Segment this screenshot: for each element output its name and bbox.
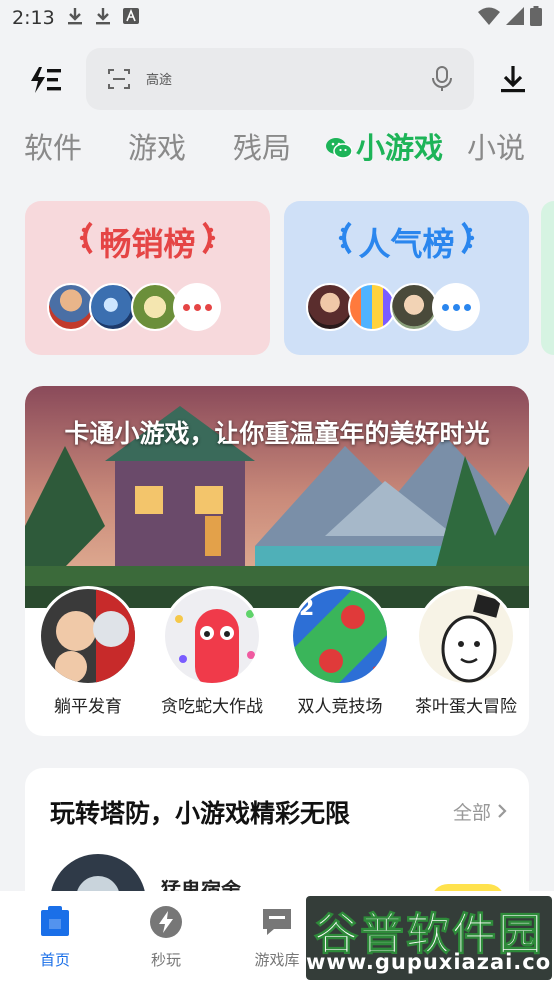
more-games-button[interactable] <box>173 283 221 331</box>
laurel-left-icon <box>77 221 94 263</box>
game-avatar <box>348 283 396 331</box>
tab-endgame[interactable]: 残局 <box>233 126 291 170</box>
nav-instant-play[interactable]: 秒玩 <box>131 905 201 970</box>
game-name: 双人竞技场 <box>297 697 383 717</box>
game-avatar <box>306 283 354 331</box>
scan-icon[interactable] <box>108 68 130 94</box>
site-watermark: 谷普软件园 www.gupuxiazai.com <box>306 896 554 980</box>
app-notification-icon <box>122 7 139 29</box>
cartoon-games-banner[interactable]: 卡通小游戏，让你重温童年的美好时光 躺平发育 贪吃蛇大作战 23 双人竞技场 茶… <box>25 386 529 736</box>
game-icon <box>162 586 262 686</box>
bestseller-title: 畅销榜 <box>99 225 196 263</box>
status-bar: 2:13 <box>0 0 554 36</box>
download-icon <box>501 66 525 93</box>
game-icon <box>38 586 138 686</box>
popular-title: 人气榜 <box>358 225 455 263</box>
download-notification-icon <box>95 7 111 30</box>
wechat-icon <box>326 138 352 159</box>
game-tea-egg-adventure[interactable]: 茶叶蛋大冒险 <box>411 586 521 717</box>
download-notification-icon <box>67 7 83 30</box>
game-avatar <box>89 283 137 331</box>
game-name: 躺平发育 <box>54 697 122 717</box>
tab-mini-games[interactable]: 小游戏 <box>326 126 443 170</box>
more-games-button[interactable] <box>432 283 480 331</box>
tab-software[interactable]: 软件 <box>24 126 82 170</box>
status-time: 2:13 <box>12 7 55 29</box>
game-icon: 23 <box>290 586 390 686</box>
category-tabs: 软件 游戏 残局 小游戏 小说 <box>0 126 554 172</box>
cell-signal-icon <box>506 6 524 30</box>
game-icon <box>416 586 516 686</box>
bestseller-rank-card[interactable]: 畅销榜 <box>25 201 270 355</box>
watermark-url: www.gupuxiazai.com <box>306 950 554 974</box>
nav-instant-play-label: 秒玩 <box>150 951 181 969</box>
game-name: 贪吃蛇大作战 <box>161 697 263 717</box>
nav-game-library-label: 游戏库 <box>254 951 300 969</box>
game-avatar <box>47 283 95 331</box>
svg-text:2: 2 <box>299 596 314 621</box>
game-lying-flat[interactable]: 躺平发育 <box>33 586 143 717</box>
banner-title: 卡通小游戏，让你重温童年的美好时光 <box>64 419 490 448</box>
home-icon <box>41 906 69 936</box>
section-title: 玩转塔防，小游戏精彩无限 <box>50 799 351 828</box>
top-bar: 高途 <box>0 48 554 110</box>
next-rank-card-peek[interactable] <box>541 201 554 355</box>
microphone-icon[interactable] <box>432 66 452 96</box>
popular-rank-card[interactable]: 人气榜 <box>284 201 529 355</box>
game-two-player-arena[interactable]: 23 双人竞技场 <box>285 586 395 717</box>
game-name: 茶叶蛋大冒险 <box>415 697 517 717</box>
view-all-label: 全部 <box>452 802 491 824</box>
tab-novels[interactable]: 小说 <box>467 126 525 170</box>
tab-mini-games-label: 小游戏 <box>356 131 444 165</box>
nav-home[interactable]: 首页 <box>20 905 90 970</box>
lightning-menu-icon <box>31 67 61 93</box>
battery-icon <box>530 5 542 31</box>
nav-game-library[interactable]: 游戏库 <box>242 905 312 970</box>
chevron-right-icon <box>497 802 507 824</box>
game-avatar <box>131 283 179 331</box>
laurel-right-icon <box>201 221 218 263</box>
game-avatar <box>390 283 438 331</box>
laurel-right-icon <box>460 221 477 263</box>
download-manager-button[interactable] <box>498 64 528 94</box>
tab-games[interactable]: 游戏 <box>128 126 186 170</box>
search-placeholder: 高途 <box>146 73 173 88</box>
view-all-link[interactable]: 全部 <box>453 798 507 825</box>
laurel-left-icon <box>336 221 353 263</box>
lightning-icon <box>150 906 182 938</box>
wifi-icon <box>478 7 500 30</box>
svg-text:3: 3 <box>371 664 386 686</box>
menu-logo-button[interactable] <box>26 60 66 100</box>
game-snake-battle[interactable]: 贪吃蛇大作战 <box>157 586 267 717</box>
game-library-icon <box>263 909 291 935</box>
nav-home-label: 首页 <box>39 951 70 969</box>
search-bar[interactable]: 高途 <box>86 48 474 110</box>
